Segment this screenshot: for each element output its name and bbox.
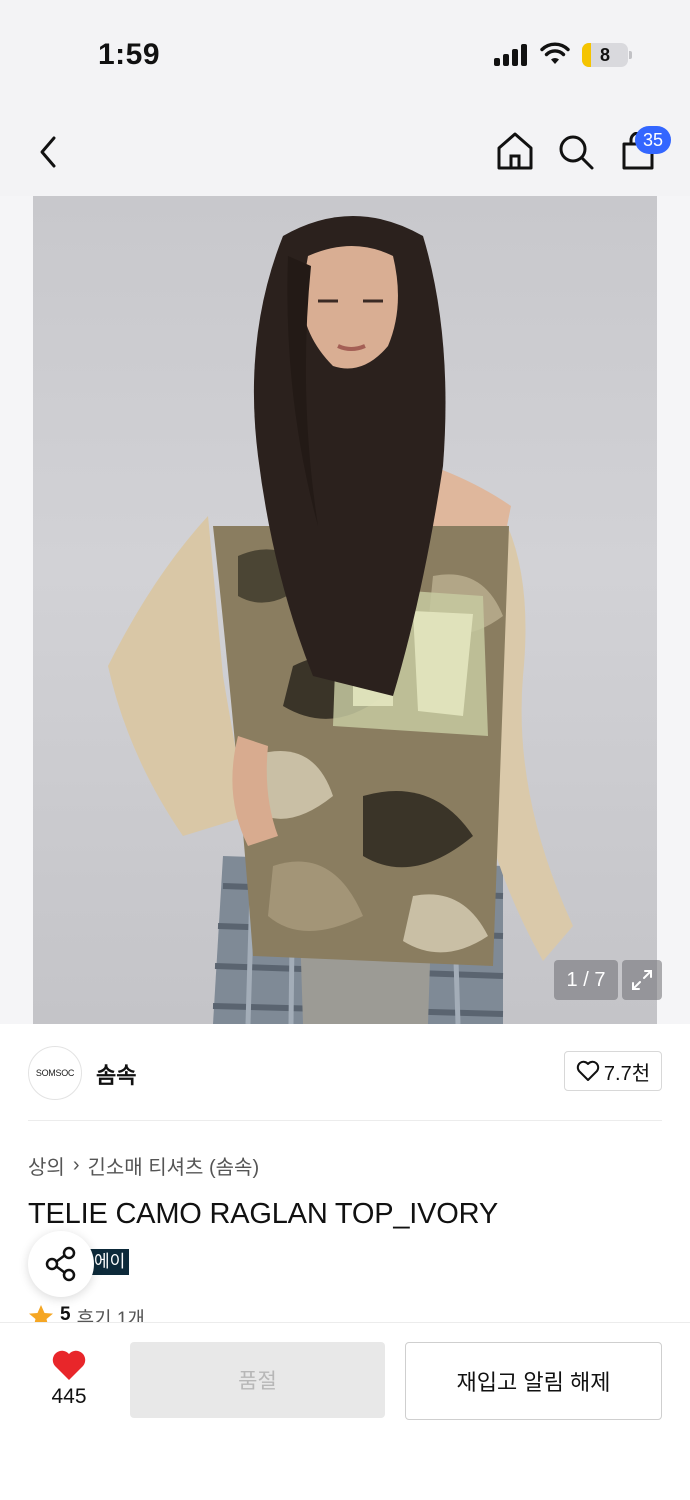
rating-row[interactable]: 5 후기 1개: [28, 1304, 145, 1322]
share-icon: [45, 1246, 76, 1282]
brand-logo[interactable]: SOMSOC: [28, 1046, 82, 1100]
back-icon[interactable]: [36, 134, 62, 170]
product-image[interactable]: [33, 196, 657, 1024]
breadcrumb-category[interactable]: 상의: [28, 1151, 65, 1180]
heart-outline-icon: [576, 1060, 600, 1081]
wishlist-count: 445: [51, 1385, 87, 1408]
soldout-button: 품절: [130, 1342, 385, 1418]
search-icon[interactable]: [556, 132, 596, 172]
wifi-icon: [540, 42, 570, 64]
breadcrumb: 상의 › 긴소매 티셔츠 (솜속): [28, 1151, 259, 1180]
brand-like-count: 7.7천: [603, 1062, 651, 1085]
wishlist-button[interactable]: [40, 1346, 98, 1386]
image-counter: 1 / 7: [554, 960, 618, 1000]
product-tag: 에이: [90, 1249, 130, 1275]
brand-name[interactable]: 솜속: [96, 1058, 136, 1090]
breadcrumb-subcategory[interactable]: 긴소매 티셔츠 (솜속): [87, 1151, 259, 1180]
status-time: 1:59: [98, 38, 161, 71]
expand-image-button[interactable]: [622, 960, 662, 1000]
heart-filled-icon: [52, 1350, 86, 1380]
signal-icon: [494, 44, 530, 66]
product-photo-illustration: [108, 216, 573, 1024]
status-bar: 1:59 8: [0, 0, 690, 110]
cart-count-badge: 35: [635, 126, 671, 154]
top-nav: [0, 110, 690, 196]
divider: [28, 1120, 662, 1121]
breadcrumb-separator: ›: [72, 1154, 80, 1176]
battery-tip: [629, 51, 632, 59]
expand-icon: [632, 970, 652, 990]
battery-icon: 8: [582, 43, 628, 67]
home-icon[interactable]: [495, 130, 535, 172]
product-title: TELIE CAMO RAGLAN TOP_IVORY: [28, 1198, 499, 1230]
brand-like-button[interactable]: 7.7천: [564, 1051, 662, 1091]
rating-score: 5: [60, 1304, 71, 1322]
review-count[interactable]: 후기 1개: [77, 1304, 145, 1322]
restock-alert-cancel-button[interactable]: 재입고 알림 해제: [405, 1342, 662, 1420]
share-button[interactable]: [28, 1231, 94, 1297]
battery-level: 8: [599, 45, 610, 65]
star-icon: [29, 1305, 53, 1322]
